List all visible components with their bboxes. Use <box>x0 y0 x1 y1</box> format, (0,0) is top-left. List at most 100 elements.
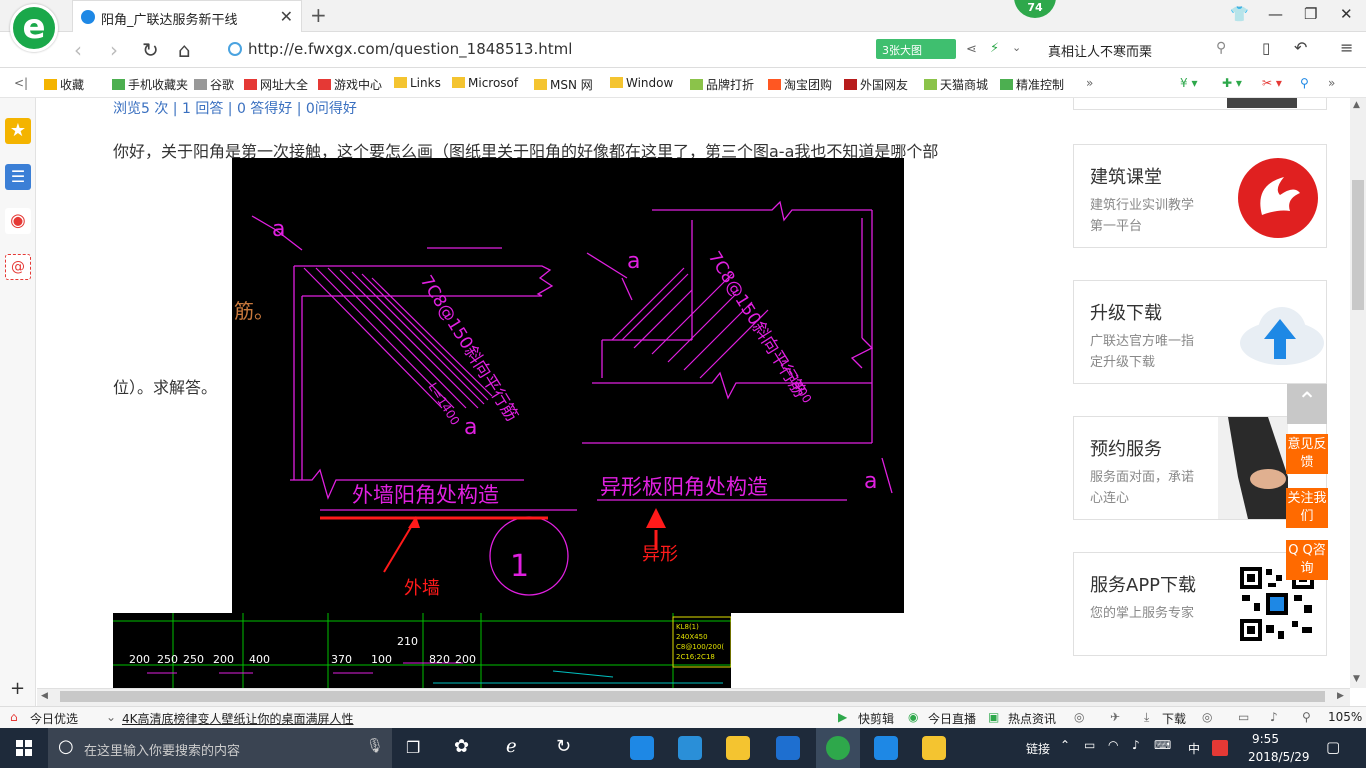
speaker-icon[interactable]: ♪ <box>1132 738 1140 752</box>
volume-icon[interactable]: ♪ <box>1270 710 1278 724</box>
refresh-icon[interactable]: ↻ <box>142 38 159 62</box>
ime-indicator[interactable]: 中 <box>1188 740 1200 757</box>
quick-edit-icon[interactable]: ▶ <box>838 710 847 724</box>
plugin-icon[interactable]: ✚ ▾ <box>1222 76 1242 90</box>
share-icon[interactable]: ⋖ <box>966 42 977 57</box>
browser-logo-icon[interactable]: e <box>10 4 58 52</box>
bookmark-item[interactable]: 谷歌 <box>194 76 234 93</box>
sidecard-building-class[interactable]: 建筑课堂 建筑行业实训教学第一平台 <box>1073 144 1327 248</box>
pin-icon[interactable]: ✈ <box>1110 710 1120 724</box>
battery-icon[interactable]: ▭ <box>1084 738 1095 752</box>
back-to-top-button[interactable]: ⌃ <box>1287 384 1327 424</box>
menu-icon[interactable]: ≡ <box>1340 38 1353 57</box>
bookmark-item[interactable]: 外国网友 <box>844 76 908 93</box>
zoom-icon[interactable]: ⚲ <box>1302 710 1311 724</box>
scissors-icon[interactable]: ✂ ▾ <box>1262 76 1282 90</box>
task-view-icon[interactable]: ❐ <box>406 738 420 757</box>
app-blue-g-icon[interactable] <box>776 736 800 760</box>
forward-icon[interactable]: › <box>110 38 118 62</box>
back-icon[interactable]: ‹ <box>74 38 82 62</box>
find-icon[interactable]: ⚲ <box>1300 76 1309 90</box>
window-icon[interactable]: ▭ <box>1238 710 1249 724</box>
add-sidebar-icon[interactable]: + <box>10 678 25 699</box>
bookmark-item[interactable]: 收藏 <box>44 76 84 93</box>
favorites-star-icon[interactable]: ★ <box>5 118 31 144</box>
sidecard-upgrade-download[interactable]: 升级下载 广联达官方唯一指定升级下载 <box>1073 280 1327 384</box>
download-icon[interactable]: ⤓ <box>1144 710 1149 725</box>
restore-icon[interactable]: ❐ <box>1304 5 1317 23</box>
news-link[interactable]: 4K高清底榜律变人壁纸让你的桌面满屏人性 <box>122 710 354 727</box>
download-label[interactable]: 下载 <box>1162 710 1186 727</box>
bookmark-item[interactable]: 品牌打折 <box>690 76 754 93</box>
clock-date[interactable]: 2018/5/29 <box>1248 750 1310 764</box>
search-box[interactable]: 真相让人不寒而栗 <box>1040 38 1240 62</box>
horizontal-scroll-thumb[interactable] <box>60 691 1325 702</box>
tray-link[interactable]: 链接 <box>1026 740 1050 757</box>
hot-news-label[interactable]: 热点资讯 <box>1008 710 1056 727</box>
bookmarks-more-icon[interactable]: » <box>1086 76 1093 90</box>
file-explorer-icon[interactable] <box>726 736 750 760</box>
live-icon[interactable]: ◉ <box>908 710 918 724</box>
taskbar-search-box[interactable]: ○ 在这里输入你要搜索的内容 🎙 <box>48 728 392 768</box>
news-chevron-icon[interactable]: ⌄ <box>106 710 116 724</box>
mail-icon[interactable]: @ <box>5 254 31 280</box>
gift-icon[interactable]: ⌂ <box>10 710 18 724</box>
chevron-down-icon[interactable]: ⌄ <box>1012 41 1021 54</box>
clean-icon[interactable]: ◎ <box>1202 710 1212 724</box>
notifications-icon[interactable]: ▢ <box>1326 738 1340 756</box>
scroll-left-icon[interactable]: ◀ <box>41 691 48 701</box>
zoom-level[interactable]: 105% <box>1328 710 1362 724</box>
close-window-icon[interactable]: ✕ <box>1340 5 1353 23</box>
bookmark-item[interactable]: MSN 网 <box>534 76 593 93</box>
minimize-icon[interactable]: — <box>1268 5 1283 23</box>
wifi-icon[interactable]: ◠ <box>1108 738 1118 752</box>
bookmark-item[interactable]: Window <box>610 76 673 90</box>
weibo-icon[interactable]: ◉ <box>5 208 31 234</box>
question-stats[interactable]: 浏览5 次 | 1 回答 | 0 答得好 | 0问得好 <box>113 98 357 118</box>
reading-list-icon[interactable]: ☰ <box>5 164 31 190</box>
tab-active[interactable]: 阳角_广联达服务新干线 ✕ <box>72 0 302 32</box>
vertical-scroll-thumb[interactable] <box>1352 180 1364 310</box>
bookmark-item[interactable]: 淘宝团购 <box>768 76 832 93</box>
bookmark-item[interactable]: 游戏中心 <box>318 76 382 93</box>
app-g-icon[interactable]: ↻ <box>556 736 571 757</box>
close-tab-icon[interactable]: ✕ <box>280 7 293 26</box>
edge-icon[interactable] <box>630 736 654 760</box>
start-button[interactable] <box>0 728 48 768</box>
ie-icon[interactable] <box>678 736 702 760</box>
bookmark-item[interactable]: 精准控制 <box>1000 76 1064 93</box>
bookmark-item[interactable]: 手机收藏夹 <box>112 76 188 93</box>
app-e-icon[interactable]: ℯ <box>506 736 517 757</box>
qq-consult-button[interactable]: Q Q咨询 <box>1286 540 1328 580</box>
quick-edit-label[interactable]: 快剪辑 <box>858 710 894 727</box>
scroll-up-icon[interactable]: ▲ <box>1353 100 1360 110</box>
app-fan-icon[interactable]: ✿ <box>454 736 469 757</box>
clock-time[interactable]: 9:55 <box>1252 732 1279 746</box>
360-browser-icon[interactable] <box>826 736 850 760</box>
bookmark-item[interactable]: Microsof <box>452 76 518 90</box>
cad-plan-image[interactable]: 200 250 250 200 400 370 100 210 820 200 KL8(1) 240X… <box>113 613 732 688</box>
search-icon[interactable]: ⚲ <box>1216 40 1226 56</box>
new-tab-icon[interactable]: + <box>310 3 327 27</box>
today-picks[interactable]: 今日优选 <box>30 710 78 727</box>
keyboard-icon[interactable]: ⌨ <box>1154 738 1171 752</box>
bookmark-item[interactable]: Links <box>394 76 441 90</box>
undo-icon[interactable]: ↶ <box>1294 38 1307 57</box>
big-pic-button[interactable]: 3张大图 <box>876 39 956 59</box>
notes-icon[interactable] <box>922 736 946 760</box>
accelerate-icon[interactable]: ◎ <box>1074 710 1084 724</box>
scroll-right-icon[interactable]: ▶ <box>1337 691 1344 701</box>
bookmarks-collapse-icon[interactable]: <| <box>14 76 28 90</box>
cad-drawing-image[interactable]: 筋。 a a a a 7C8@150斜向平行筋 L=1400 7C8@150斜向… <box>232 158 904 613</box>
tray-expand-icon[interactable]: ⌃ <box>1060 738 1070 752</box>
scroll-down-icon[interactable]: ▼ <box>1353 674 1360 684</box>
feedback-button[interactable]: 意见反馈 <box>1286 434 1328 474</box>
microphone-icon[interactable]: 🎙 <box>366 738 384 754</box>
live-label[interactable]: 今日直播 <box>928 710 976 727</box>
bookmark-item[interactable]: 天猫商城 <box>924 76 988 93</box>
more-tools-icon[interactable]: » <box>1328 76 1335 90</box>
follow-us-button[interactable]: 关注我们 <box>1286 488 1328 528</box>
bookmark-item[interactable]: 网址大全 <box>244 76 308 93</box>
yen-icon[interactable]: ¥ ▾ <box>1180 76 1197 90</box>
app-plus-icon[interactable] <box>874 736 898 760</box>
